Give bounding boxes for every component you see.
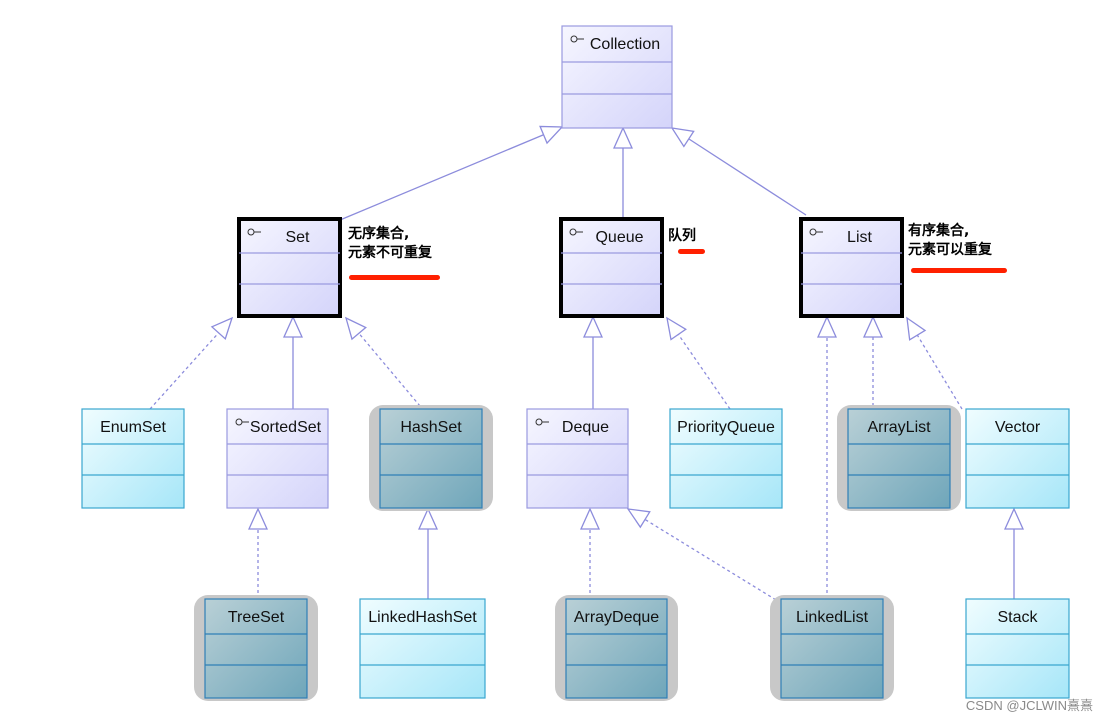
hollow-arrowhead-icon: [247, 507, 269, 530]
queue-annotation-underline: [678, 249, 705, 254]
hollow-arrowhead-icon: [582, 315, 604, 338]
class-hierarchy-diagram: Collection Set Queue List EnumSet SortedSet Ha…: [81, 25, 1070, 701]
node-label: List: [847, 229, 872, 246]
inheritance-edge-linkedlist-to-list: [816, 315, 838, 599]
node-deque[interactable]: Deque: [526, 408, 629, 509]
hollow-arrowhead-icon: [539, 125, 564, 145]
node-queue[interactable]: Queue: [559, 217, 664, 318]
hollow-arrowhead-icon: [282, 315, 304, 338]
inheritance-edge-linkedlist-to-deque: [626, 508, 782, 604]
edge-line: [644, 518, 782, 604]
node-sortedset[interactable]: SortedSet: [226, 408, 329, 509]
edge-line: [677, 334, 731, 410]
node-label: ArrayDeque: [574, 609, 659, 626]
node-label: PriorityQueue: [677, 419, 775, 436]
hollow-arrowhead-icon: [906, 316, 927, 341]
hollow-arrowhead-icon: [210, 316, 234, 341]
node-label: LinkedList: [796, 609, 869, 626]
hollow-arrowhead-icon: [666, 316, 687, 341]
list-annotation-underline: [911, 268, 1007, 273]
node-label: Set: [285, 229, 310, 246]
inheritance-edge-priorityqueue-to-queue: [666, 316, 731, 410]
node-label: Deque: [562, 419, 609, 436]
edge-line: [339, 134, 544, 221]
edge-line: [916, 334, 963, 410]
node-label: EnumSet: [100, 419, 166, 436]
node-linkedhashset[interactable]: LinkedHashSet: [359, 598, 486, 699]
hollow-arrowhead-icon: [417, 507, 439, 530]
set-annotation: 无序集合, 元素不可重复: [348, 226, 432, 261]
node-label: LinkedHashSet: [368, 609, 477, 626]
node-label: Queue: [595, 229, 643, 246]
hollow-arrowhead-icon: [862, 315, 884, 338]
queue-annotation: 队列: [668, 228, 696, 244]
inheritance-edge-queue-to-collection: [612, 126, 634, 219]
hollow-arrowhead-icon: [612, 126, 634, 149]
edge-line: [358, 332, 421, 407]
node-enumset[interactable]: EnumSet: [81, 408, 185, 509]
edge-line: [688, 138, 807, 216]
node-hashset[interactable]: HashSet: [369, 405, 493, 511]
inheritance-edge-list-to-collection: [670, 127, 807, 216]
hollow-arrowhead-icon: [1003, 507, 1025, 530]
node-treeset[interactable]: TreeSet: [194, 595, 318, 701]
node-arraylist[interactable]: ArrayList: [837, 405, 961, 511]
node-priorityqueue[interactable]: PriorityQueue: [669, 408, 783, 509]
set-annotation-underline: [349, 275, 440, 280]
node-label: HashSet: [400, 419, 462, 436]
node-linkedlist[interactable]: LinkedList: [770, 595, 894, 701]
hollow-arrowhead-icon: [670, 127, 695, 148]
node-label: Collection: [590, 36, 660, 53]
inheritance-edge-arraydeque-to-deque: [579, 507, 601, 599]
inheritance-edge-sortedset-to-set: [282, 315, 304, 409]
inheritance-edge-arraylist-to-list: [862, 315, 884, 406]
node-label: ArrayList: [867, 419, 931, 436]
inheritance-edge-set-to-collection: [339, 125, 564, 221]
node-arraydeque[interactable]: ArrayDeque: [555, 595, 678, 701]
node-label: SortedSet: [250, 419, 322, 436]
edge-line: [149, 332, 220, 410]
node-stack[interactable]: Stack: [965, 598, 1070, 699]
node-vector[interactable]: Vector: [965, 408, 1070, 509]
node-list[interactable]: List: [799, 217, 904, 318]
watermark: CSDN @JCLWIN熹熹: [965, 698, 1093, 713]
inheritance-edge-treeset-to-sortedset: [247, 507, 269, 599]
list-annotation: 有序集合, 元素可以重复: [908, 223, 992, 258]
inheritance-edge-stack-to-vector: [1003, 507, 1025, 599]
node-label: TreeSet: [228, 609, 285, 626]
inheritance-edge-deque-to-queue: [582, 315, 604, 409]
node-set[interactable]: Set: [237, 217, 342, 318]
hollow-arrowhead-icon: [816, 315, 838, 338]
hollow-arrowhead-icon: [344, 316, 367, 341]
inheritance-edge-hashset-to-set: [344, 316, 421, 407]
inheritance-edge-enumset-to-set: [149, 316, 234, 410]
hollow-arrowhead-icon: [579, 507, 601, 530]
node-label: Vector: [995, 419, 1041, 436]
node-label: Stack: [997, 609, 1038, 626]
node-collection[interactable]: Collection: [561, 25, 673, 129]
inheritance-edge-vector-to-list: [906, 316, 963, 410]
hollow-arrowhead-icon: [626, 508, 651, 529]
inheritance-edge-linkedhashset-to-hashset: [417, 507, 439, 599]
